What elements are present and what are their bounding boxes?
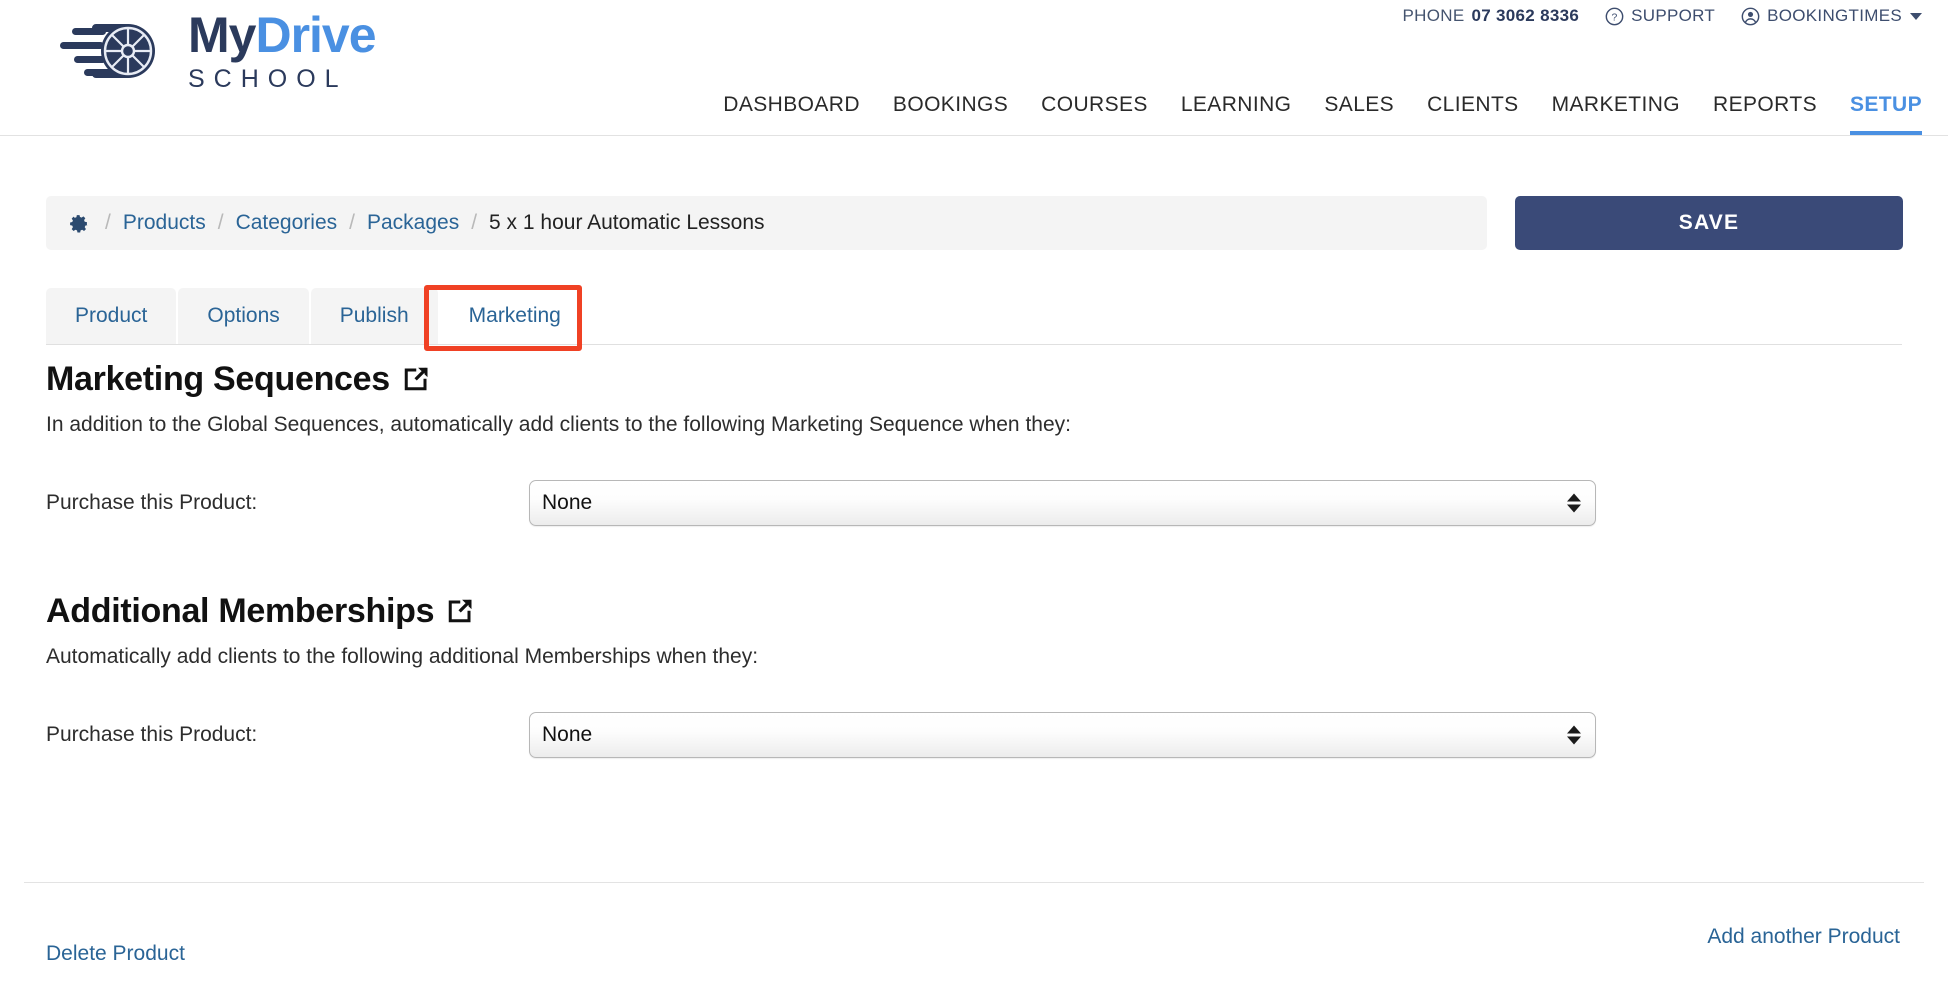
select-stepper-icon — [1567, 725, 1581, 745]
marketing-sequences-section: Marketing Sequences In addition to the G… — [46, 360, 1902, 526]
nav-item-courses[interactable]: COURSES — [1041, 93, 1148, 135]
additional-memberships-field-row: Purchase this Product: None — [46, 712, 1902, 758]
additional-memberships-field-label: Purchase this Product: — [46, 723, 258, 746]
delete-product-link[interactable]: Delete Product — [46, 942, 185, 966]
nav-item-clients[interactable]: CLIENTS — [1427, 93, 1519, 135]
marketing-sequences-title: Marketing Sequences — [46, 360, 390, 398]
main-navigation: DASHBOARD BOOKINGS COURSES LEARNING SALE… — [723, 93, 1922, 135]
tab-options[interactable]: Options — [178, 288, 309, 344]
logo-drive: Drive — [255, 7, 376, 63]
product-tabs: Product Options Publish Marketing — [46, 288, 1902, 345]
breadcrumb-separator-0: / — [105, 211, 111, 234]
caret-up-icon — [1567, 493, 1581, 502]
logo-wordmark: MyDrive — [188, 7, 377, 63]
add-another-product-link[interactable]: Add another Product — [1707, 925, 1900, 949]
marketing-panel: Marketing Sequences In addition to the G… — [46, 360, 1902, 758]
breadcrumb-current: 5 x 1 hour Automatic Lessons — [489, 211, 765, 234]
additional-membership-select-value: None — [542, 723, 593, 746]
phone-info: PHONE 07 3062 8336 — [1403, 6, 1580, 26]
tab-product[interactable]: Product — [46, 288, 177, 344]
marketing-sequences-heading: Marketing Sequences — [46, 360, 1902, 399]
caret-down-icon — [1910, 12, 1922, 20]
marketing-sequence-select-value: None — [542, 491, 593, 514]
caret-down-icon — [1567, 504, 1581, 513]
save-button[interactable]: SAVE — [1515, 196, 1903, 250]
nav-item-sales[interactable]: SALES — [1324, 93, 1394, 135]
additional-membership-select[interactable]: None — [529, 712, 1596, 758]
nav-item-setup[interactable]: SETUP — [1849, 93, 1922, 135]
logo[interactable]: MyDrive SCHOOL — [58, 7, 377, 93]
logo-my: My — [188, 7, 256, 63]
additional-memberships-description: Automatically add clients to the followi… — [46, 645, 759, 668]
nav-item-bookings[interactable]: BOOKINGS — [893, 93, 1008, 135]
nav-item-dashboard[interactable]: DASHBOARD — [723, 93, 860, 135]
breadcrumb-separator-1: / — [217, 211, 224, 234]
additional-memberships-title: Additional Memberships — [46, 592, 435, 630]
phone-number: 07 3062 8336 — [1471, 6, 1580, 25]
nav-item-reports[interactable]: REPORTS — [1713, 93, 1817, 135]
marketing-sequence-select[interactable]: None — [529, 480, 1596, 526]
select-stepper-icon — [1567, 493, 1581, 513]
gear-icon[interactable] — [68, 213, 89, 234]
breadcrumb-link-products[interactable]: Products — [123, 211, 206, 235]
marketing-sequences-description: In addition to the Global Sequences, aut… — [46, 413, 1071, 436]
logo-text: MyDrive SCHOOL — [188, 7, 377, 93]
nav-item-marketing[interactable]: MARKETING — [1552, 93, 1680, 135]
tab-marketing[interactable]: Marketing — [439, 288, 590, 344]
breadcrumb-link-packages[interactable]: Packages — [367, 211, 459, 235]
speeding-wheel-icon — [60, 24, 155, 78]
account-label: BOOKINGTIMES — [1767, 6, 1902, 25]
breadcrumb: / Products / Categories / Packages / 5 x… — [46, 196, 1487, 250]
utility-bar: PHONE 07 3062 8336 ? SUPPORT BOOKINGTIME… — [1403, 6, 1922, 26]
additional-memberships-section: Additional Memberships Automatically add… — [46, 592, 1902, 758]
site-header: MyDrive SCHOOL PHONE 07 3062 8336 ? SUPP… — [0, 0, 1948, 136]
account-menu[interactable]: BOOKINGTIMES — [1741, 6, 1922, 26]
footer-divider — [24, 882, 1924, 883]
logo-subtitle: SCHOOL — [188, 65, 348, 93]
phone-label: PHONE — [1402, 6, 1465, 25]
external-link-icon[interactable] — [444, 597, 474, 627]
additional-memberships-heading: Additional Memberships — [46, 592, 1902, 631]
question-circle-icon: ? — [1605, 7, 1624, 25]
user-circle-icon — [1741, 7, 1760, 25]
support-link[interactable]: ? SUPPORT — [1605, 6, 1715, 26]
caret-up-icon — [1567, 725, 1581, 734]
breadcrumb-separator-2: / — [349, 211, 355, 234]
nav-item-learning[interactable]: LEARNING — [1181, 93, 1292, 135]
breadcrumb-link-categories[interactable]: Categories — [236, 211, 338, 235]
external-link-icon[interactable] — [400, 365, 430, 395]
caret-down-icon — [1567, 736, 1581, 745]
marketing-sequences-field-row: Purchase this Product: None — [46, 480, 1902, 526]
tab-publish[interactable]: Publish — [310, 288, 438, 344]
svg-text:?: ? — [1612, 12, 1618, 23]
marketing-sequences-field-label: Purchase this Product: — [46, 491, 258, 514]
support-label: SUPPORT — [1631, 6, 1716, 25]
breadcrumb-toolbar: / Products / Categories / Packages / 5 x… — [46, 196, 1903, 250]
breadcrumb-separator-3: / — [471, 211, 478, 234]
